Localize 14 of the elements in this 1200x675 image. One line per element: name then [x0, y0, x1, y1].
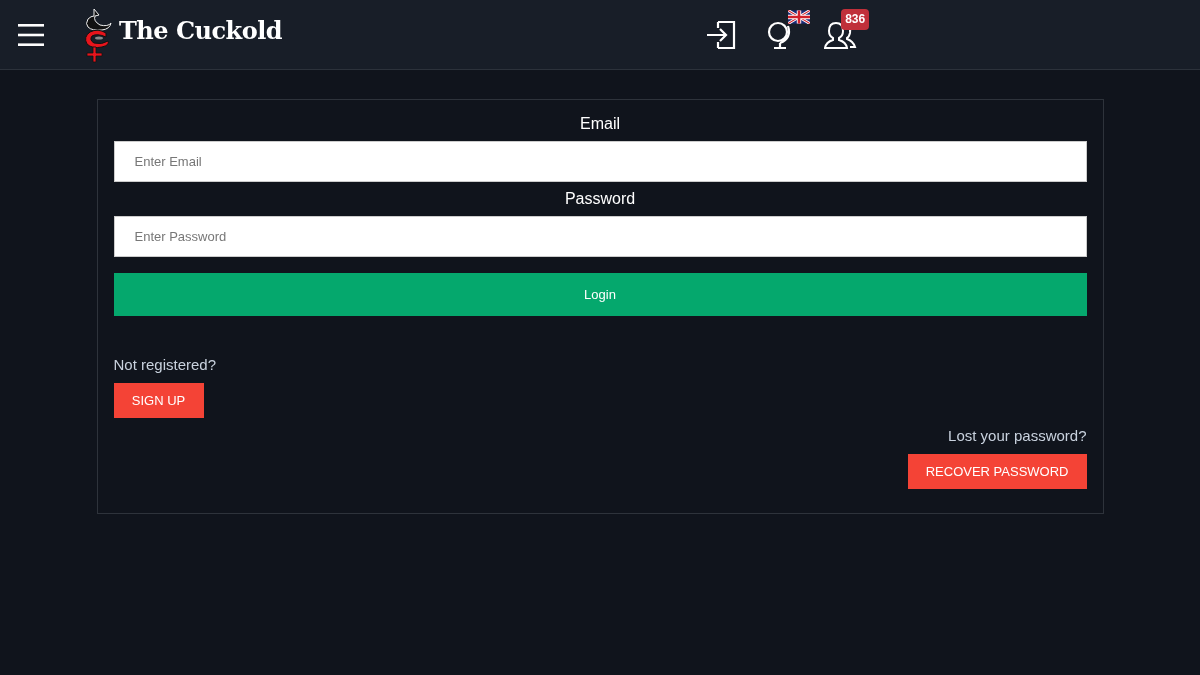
- recover-password-button[interactable]: RECOVER PASSWORD: [907, 454, 1087, 489]
- input-field[interactable]: Enter Email: [113, 141, 1087, 182]
- menu-icon[interactable]: [18, 22, 44, 47]
- site-title[interactable]: The Cuckold: [119, 16, 283, 45]
- sign-up-button[interactable]: SIGN UP: [113, 383, 204, 418]
- login-button[interactable]: Login: [113, 273, 1087, 316]
- register-prompt: Not registered?: [113, 355, 217, 375]
- login-icon[interactable]: [706, 19, 737, 50]
- flag-icon[interactable]: [788, 9, 811, 24]
- input-field[interactable]: Enter Password: [113, 216, 1087, 257]
- field-label: Email: [580, 114, 620, 134]
- notification-badge: 836: [841, 8, 870, 30]
- field-label: Password: [564, 189, 636, 209]
- recover-prompt: Lost your password?: [948, 426, 1087, 446]
